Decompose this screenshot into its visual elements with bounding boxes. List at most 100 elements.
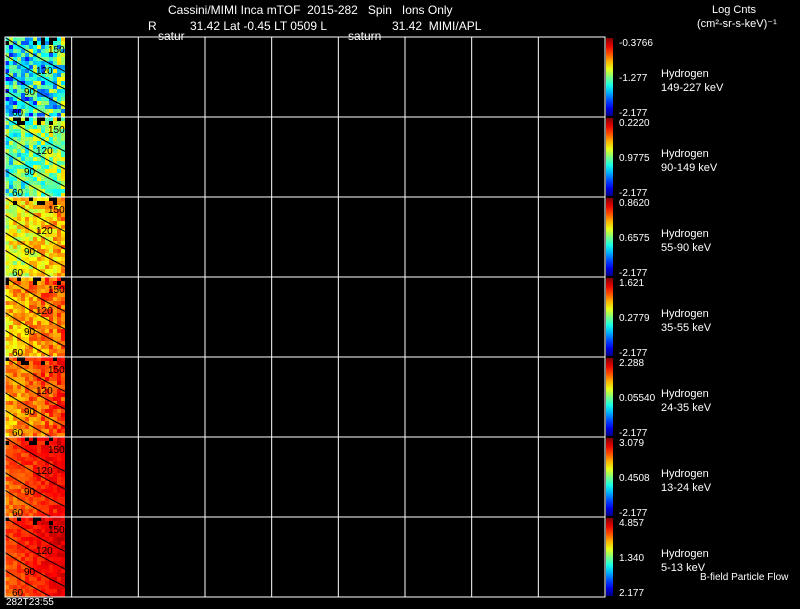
heatmap-cell xyxy=(41,161,45,165)
heatmap-cell xyxy=(45,485,49,489)
heatmap-cell xyxy=(9,533,13,537)
heatmap-cell xyxy=(25,117,29,121)
pitch-angle-label: 90 xyxy=(24,567,36,578)
heatmap-cell xyxy=(9,205,13,209)
heatmap-cell xyxy=(17,201,21,205)
heatmap-cell xyxy=(25,345,29,349)
heatmap-cell xyxy=(21,201,25,205)
heatmap-cell xyxy=(61,197,65,201)
heatmap-cell xyxy=(25,525,29,529)
heatmap-cell xyxy=(37,289,41,293)
heatmap-cell xyxy=(21,469,25,473)
heatmap-cell xyxy=(57,497,61,501)
heatmap-cell xyxy=(5,157,9,161)
heatmap-cell xyxy=(45,265,49,269)
heatmap-cell xyxy=(57,273,61,277)
heatmap-cell xyxy=(13,73,17,77)
heatmap-cell xyxy=(29,457,33,461)
heatmap-cell xyxy=(13,225,17,229)
heatmap-cell xyxy=(41,37,45,41)
heatmap-cell xyxy=(25,197,29,201)
heatmap-cell xyxy=(33,273,37,277)
heatmap-cell xyxy=(41,329,45,333)
heatmap-cell xyxy=(33,57,37,61)
heatmap-cell xyxy=(13,405,17,409)
pitch-angle-label: 120 xyxy=(36,546,53,557)
heatmap-cell xyxy=(61,189,65,193)
heatmap-cell xyxy=(57,473,61,477)
heatmap-cell xyxy=(57,265,61,269)
heatmap-cell xyxy=(33,61,37,65)
heatmap-cell xyxy=(9,321,13,325)
heatmap-cell xyxy=(37,529,41,533)
heatmap-cell xyxy=(61,249,65,253)
heatmap-cell xyxy=(61,177,65,181)
heatmap-cell xyxy=(61,377,65,381)
heatmap-cell xyxy=(33,513,37,517)
heatmap-cell xyxy=(53,457,57,461)
heatmap-cell xyxy=(41,489,45,493)
heatmap-cell xyxy=(57,321,61,325)
heatmap-cell xyxy=(37,185,41,189)
heatmap-cell xyxy=(5,325,9,329)
heatmap-cell xyxy=(29,217,33,221)
heatmap-cell xyxy=(21,217,25,221)
heatmap-cell xyxy=(25,377,29,381)
heatmap-cell xyxy=(5,477,9,481)
heatmap-cell xyxy=(29,377,33,381)
heatmap-cell xyxy=(21,453,25,457)
heatmap-cell xyxy=(5,561,9,565)
heatmap-cell xyxy=(61,593,65,597)
heatmap-cell xyxy=(25,113,29,117)
heatmap-cell xyxy=(21,137,25,141)
heatmap-cell xyxy=(9,53,13,57)
heatmap-cell xyxy=(25,321,29,325)
heatmap-cell xyxy=(53,505,57,509)
heatmap-cell xyxy=(41,221,45,225)
heatmap-cell xyxy=(9,453,13,457)
heatmap-cell xyxy=(21,541,25,545)
heatmap-cell xyxy=(5,353,9,357)
heatmap-cell xyxy=(49,345,53,349)
heatmap-cell xyxy=(37,353,41,357)
heatmap-cell xyxy=(37,501,41,505)
heatmap-cell xyxy=(29,153,33,157)
heatmap-cell xyxy=(9,225,13,229)
heatmap-cell xyxy=(57,513,61,517)
heatmap-cell xyxy=(17,209,21,213)
heatmap-cell xyxy=(45,89,49,93)
heatmap-cell xyxy=(25,349,29,353)
heatmap-cell xyxy=(17,537,21,541)
heatmap-cell xyxy=(49,109,53,113)
heatmap-cell xyxy=(5,573,9,577)
heatmap-cell xyxy=(57,269,61,273)
heatmap-cell xyxy=(29,181,33,185)
pitch-angle-label: 120 xyxy=(36,466,53,477)
heatmap-cell xyxy=(5,193,9,197)
panel-frame xyxy=(4,36,606,118)
heatmap-cell xyxy=(17,437,21,441)
heatmap-cell xyxy=(57,345,61,349)
heatmap-cell xyxy=(25,477,29,481)
heatmap-cell xyxy=(57,505,61,509)
heatmap-cell xyxy=(49,93,53,97)
heatmap-cell xyxy=(29,401,33,405)
heatmap-cell xyxy=(25,313,29,317)
heatmap-cell xyxy=(41,481,45,485)
heatmap-cell xyxy=(5,465,9,469)
heatmap-cell xyxy=(57,253,61,257)
heatmap-cell xyxy=(57,433,61,437)
heatmap-cell xyxy=(49,185,53,189)
heatmap-cell xyxy=(57,457,61,461)
heatmap-cell xyxy=(45,117,49,121)
heatmap-cell xyxy=(29,269,33,273)
heatmap-cell xyxy=(5,345,9,349)
heatmap-cell xyxy=(49,169,53,173)
heatmap-cell xyxy=(5,305,9,309)
heatmap-cell xyxy=(9,241,13,245)
heatmap-cell xyxy=(29,561,33,565)
heatmap-cell xyxy=(17,133,21,137)
heatmap-cell xyxy=(45,501,49,505)
heatmap-cell xyxy=(49,105,53,109)
heatmap-cell xyxy=(25,533,29,537)
